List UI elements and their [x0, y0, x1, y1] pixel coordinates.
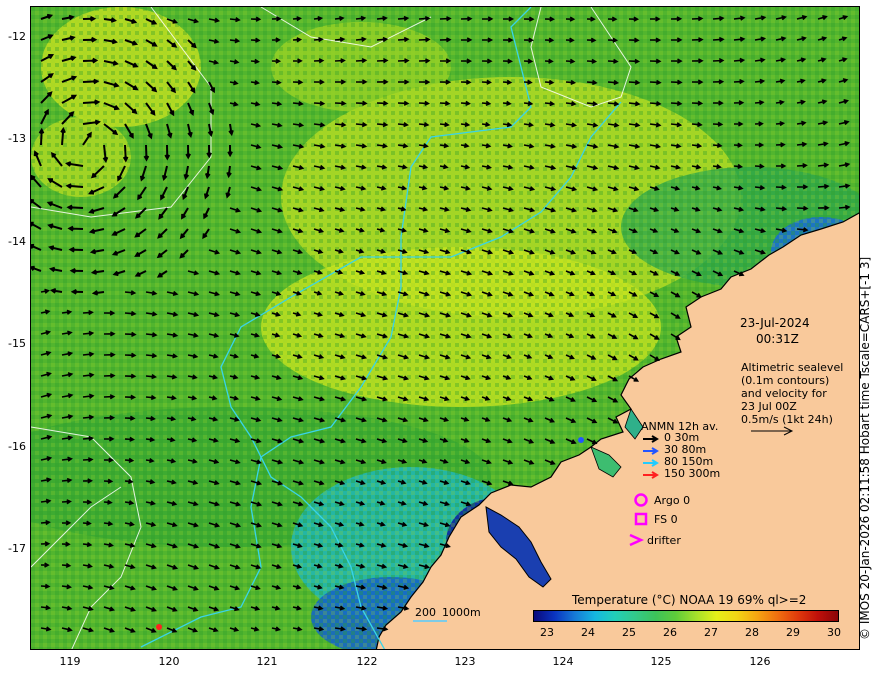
altimetry-line: (0.1m contours) [741, 374, 830, 387]
drifter-label: drifter [647, 534, 681, 547]
scale-arrow-icon [751, 426, 794, 436]
colorbar-tick: 25 [622, 626, 636, 639]
x-tick-label: 126 [749, 655, 771, 668]
colorbar-tick: 26 [663, 626, 677, 639]
sst-map-canvas [31, 7, 859, 649]
x-tick-label: 124 [552, 655, 574, 668]
argo-circle-icon [634, 493, 648, 507]
drifter-chevron-icon [629, 533, 645, 547]
colorbar-tick: 23 [540, 626, 554, 639]
x-tick-label: 120 [158, 655, 180, 668]
bathy-label-1000: 1000m [442, 606, 481, 619]
map-time: 00:31Z [756, 332, 799, 346]
legend-arrow-icon [643, 447, 659, 455]
argo-label: Argo 0 [654, 494, 691, 507]
sst-map[interactable] [30, 6, 860, 650]
legend-arrow-icons [643, 435, 659, 479]
colorbar-tick: 27 [704, 626, 718, 639]
y-tick-label: -15 [8, 337, 26, 350]
y-tick-label: -17 [8, 542, 26, 555]
colorbar-tick: 30 [827, 626, 841, 639]
map-date: 23-Jul-2024 [740, 316, 810, 330]
colorbar-tick: 29 [786, 626, 800, 639]
x-tick-label: 123 [454, 655, 476, 668]
legend-arrow-icon [643, 435, 659, 443]
colorbar-title: Temperature (°C) NOAA 19 69% ql>=2 [572, 593, 807, 607]
x-tick-label: 119 [59, 655, 81, 668]
mooring-marker [578, 437, 584, 443]
bathy-label-200: 200 [415, 606, 436, 619]
x-tick-label: 122 [356, 655, 378, 668]
y-tick-label: -12 [8, 30, 26, 43]
y-tick-label: -14 [8, 235, 26, 248]
legend-arrow-icon [643, 459, 659, 467]
y-tick-label: -16 [8, 440, 26, 453]
altimetry-line: 23 Jul 00Z [741, 400, 797, 413]
fs-square-icon [634, 512, 648, 526]
colorbar-tick: 28 [745, 626, 759, 639]
colorbar-tick: 24 [581, 626, 595, 639]
fs-label: FS 0 [654, 513, 678, 526]
altimetry-line: Altimetric sealevel [741, 361, 844, 374]
drifter-marker [156, 624, 162, 630]
legend-arrow-icon [643, 471, 659, 479]
legend-row-label: 150 300m [664, 467, 721, 480]
y-tick-label: -13 [8, 132, 26, 145]
x-tick-label: 125 [650, 655, 672, 668]
colorbar-strip [533, 610, 839, 622]
altimetry-line: and velocity for [741, 387, 827, 400]
bathy-line-icon [413, 620, 447, 622]
copyright-label: © IMOS 20-Jan-2026 02:11:58 Hobart time … [858, 256, 872, 640]
x-tick-label: 121 [256, 655, 278, 668]
